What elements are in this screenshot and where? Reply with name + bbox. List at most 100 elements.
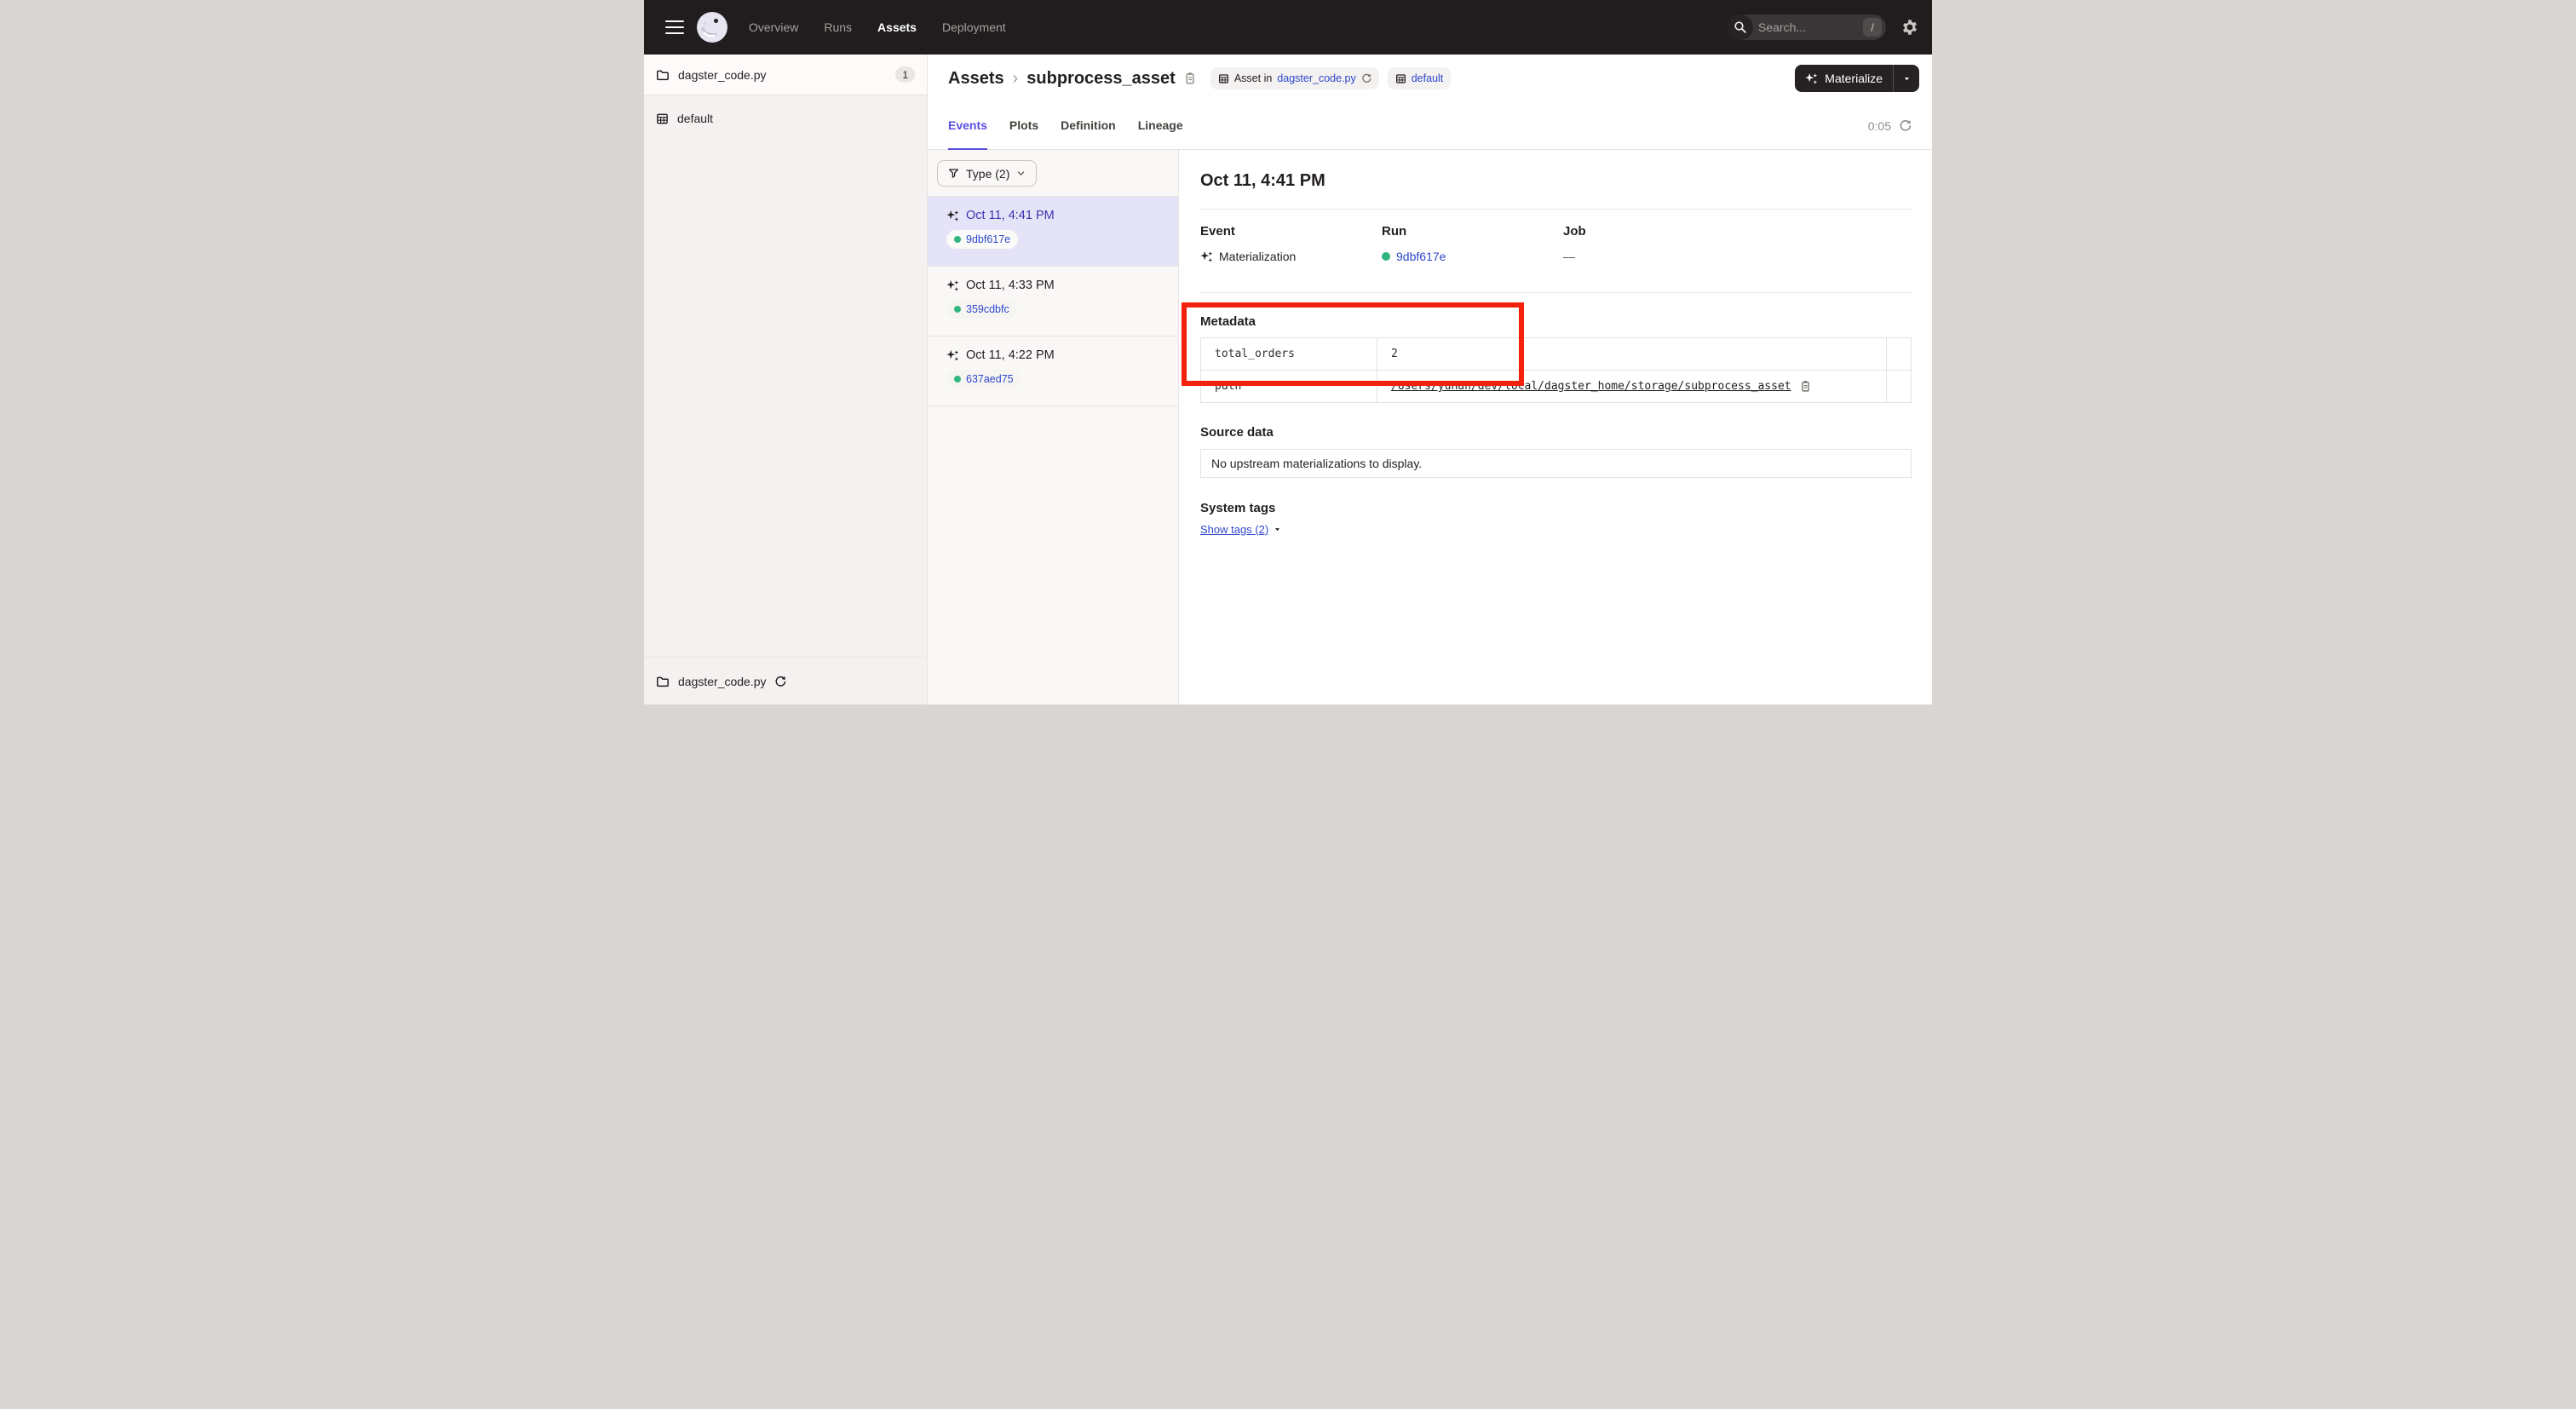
event-timestamp: Oct 11, 4:33 PM xyxy=(966,279,1055,292)
system-tags-heading: System tags xyxy=(1200,501,1912,516)
asset-count-badge: 1 xyxy=(895,66,915,83)
metadata-value: /Users/yuhan/dev/local/dagster_home/stor… xyxy=(1377,371,1887,403)
run-badge[interactable]: 9dbf617e xyxy=(946,230,1018,249)
storage-path-link[interactable]: /Users/yuhan/dev/local/dagster_home/stor… xyxy=(1391,380,1791,393)
copy-path-icon[interactable] xyxy=(1799,380,1812,393)
table-row: total_orders 2 xyxy=(1201,338,1912,371)
event-list-item[interactable]: Oct 11, 4:33 PM 359cdbfc xyxy=(928,267,1178,336)
run-status-dot xyxy=(954,376,961,382)
code-location-link[interactable]: dagster_code.py xyxy=(1277,72,1355,84)
divider xyxy=(1200,209,1912,210)
nav-deployment[interactable]: Deployment xyxy=(942,20,1006,34)
materialization-icon xyxy=(946,349,959,362)
event-detail-panel: Oct 11, 4:41 PM Event Materialization Ru… xyxy=(1179,150,1932,704)
run-id-link[interactable]: 359cdbfc xyxy=(966,303,1009,315)
group-label: default xyxy=(677,112,713,125)
run-status-dot xyxy=(1382,252,1390,261)
run-column: Run 9dbf617e xyxy=(1382,224,1563,264)
tab-plots[interactable]: Plots xyxy=(1009,102,1038,150)
materialize-button[interactable]: Materialize xyxy=(1795,65,1919,92)
breadcrumb-separator: › xyxy=(1013,69,1019,89)
event-column: Event Materialization xyxy=(1200,224,1382,264)
event-list-item[interactable]: Oct 11, 4:41 PM 9dbf617e xyxy=(928,197,1178,267)
funnel-icon xyxy=(948,168,959,179)
content-area: dagster_code.py 1 default dagster_code.p… xyxy=(644,55,1932,704)
sidebar-item-code-location[interactable]: dagster_code.py 1 xyxy=(644,55,927,95)
asset-tabs-bar: Events Plots Definition Lineage 0:05 xyxy=(928,102,1932,150)
event-list-item[interactable]: Oct 11, 4:22 PM 637aed75 xyxy=(928,336,1178,406)
settings-gear-icon[interactable] xyxy=(1901,19,1918,36)
search-icon xyxy=(1728,14,1753,40)
countdown-value: 0:05 xyxy=(1868,119,1891,133)
source-data-empty-message: No upstream materializations to display. xyxy=(1211,457,1422,470)
events-body: Type (2) Oct 11, 4:41 PM 9dbf617e xyxy=(928,150,1932,704)
run-status-dot xyxy=(954,306,961,313)
asset-group-icon xyxy=(656,112,669,125)
search-input[interactable] xyxy=(1753,20,1863,34)
metadata-key: total_orders xyxy=(1201,338,1377,371)
reload-icon[interactable] xyxy=(1361,73,1371,83)
event-list-panel: Type (2) Oct 11, 4:41 PM 9dbf617e xyxy=(928,150,1179,704)
grid-icon xyxy=(1395,73,1406,84)
source-data-heading: Source data xyxy=(1200,425,1912,440)
primary-nav: Overview Runs Assets Deployment xyxy=(749,20,1006,34)
tab-definition[interactable]: Definition xyxy=(1061,102,1116,150)
metadata-key: path xyxy=(1201,371,1377,403)
materialization-icon xyxy=(1200,250,1213,263)
sidebar-item-default-group[interactable]: default xyxy=(644,106,927,131)
tab-lineage[interactable]: Lineage xyxy=(1138,102,1183,150)
metadata-spacer-cell xyxy=(1887,338,1912,371)
event-detail-title: Oct 11, 4:41 PM xyxy=(1200,169,1912,193)
nav-assets[interactable]: Assets xyxy=(877,20,917,34)
run-id-link[interactable]: 9dbf617e xyxy=(966,233,1010,245)
materialize-sparkle-icon xyxy=(1805,72,1818,85)
footer-code-location-label: dagster_code.py xyxy=(678,675,767,688)
nav-runs[interactable]: Runs xyxy=(824,20,852,34)
main-panel: Assets › subprocess_asset Asset in dagst… xyxy=(928,55,1932,704)
type-filter-button[interactable]: Type (2) xyxy=(937,160,1037,187)
run-status-dot xyxy=(954,236,961,243)
event-filter-bar: Type (2) xyxy=(928,150,1178,197)
asset-header: Assets › subprocess_asset Asset in dagst… xyxy=(928,55,1932,102)
grid-icon xyxy=(1218,73,1229,84)
asset-tree-sidebar: dagster_code.py 1 default dagster_code.p… xyxy=(644,55,928,704)
show-tags-label: Show tags (2) xyxy=(1200,523,1268,536)
hamburger-menu-icon[interactable] xyxy=(665,20,684,35)
copy-asset-name-icon[interactable] xyxy=(1183,72,1197,85)
metadata-heading: Metadata xyxy=(1200,314,1912,330)
tab-events[interactable]: Events xyxy=(948,102,987,150)
event-timestamp: Oct 11, 4:22 PM xyxy=(966,348,1055,362)
dagster-app: Overview Runs Assets Deployment / dagste… xyxy=(644,0,1932,704)
run-id-link[interactable]: 9dbf617e xyxy=(1396,249,1446,264)
materialization-icon xyxy=(946,279,959,292)
run-badge[interactable]: 637aed75 xyxy=(946,370,1021,388)
dagster-logo[interactable] xyxy=(696,11,728,43)
global-search[interactable]: / xyxy=(1728,14,1886,40)
source-data-empty-box: No upstream materializations to display. xyxy=(1200,449,1912,478)
metadata-table: total_orders 2 path /Users/yuhan/dev/loc… xyxy=(1200,337,1912,403)
code-location-label: dagster_code.py xyxy=(678,68,767,82)
job-column: Job — xyxy=(1563,224,1745,264)
materialize-label: Materialize xyxy=(1825,72,1883,85)
metadata-spacer-cell xyxy=(1887,371,1912,403)
materialization-icon xyxy=(946,210,959,222)
sidebar-footer-code-location[interactable]: dagster_code.py xyxy=(644,657,927,704)
show-tags-toggle[interactable]: Show tags (2) xyxy=(1200,523,1281,536)
run-badge[interactable]: 359cdbfc xyxy=(946,300,1017,319)
event-column-label: Event xyxy=(1200,224,1382,239)
folder-icon xyxy=(656,675,670,688)
search-shortcut-key: / xyxy=(1863,18,1882,37)
chip-prefix-text: Asset in xyxy=(1234,72,1272,84)
materialize-dropdown-caret[interactable] xyxy=(1894,75,1919,83)
breadcrumb-assets-link[interactable]: Assets xyxy=(948,69,1004,89)
group-link[interactable]: default xyxy=(1412,72,1444,84)
refresh-icon[interactable] xyxy=(1899,119,1912,132)
top-nav-bar: Overview Runs Assets Deployment / xyxy=(644,0,1932,55)
event-type-value: Materialization xyxy=(1219,249,1296,264)
nav-overview[interactable]: Overview xyxy=(749,20,798,34)
folder-icon xyxy=(656,68,670,82)
refresh-countdown: 0:05 xyxy=(1868,102,1932,149)
run-id-link[interactable]: 637aed75 xyxy=(966,373,1014,385)
run-column-label: Run xyxy=(1382,224,1563,239)
reload-icon[interactable] xyxy=(774,676,786,687)
